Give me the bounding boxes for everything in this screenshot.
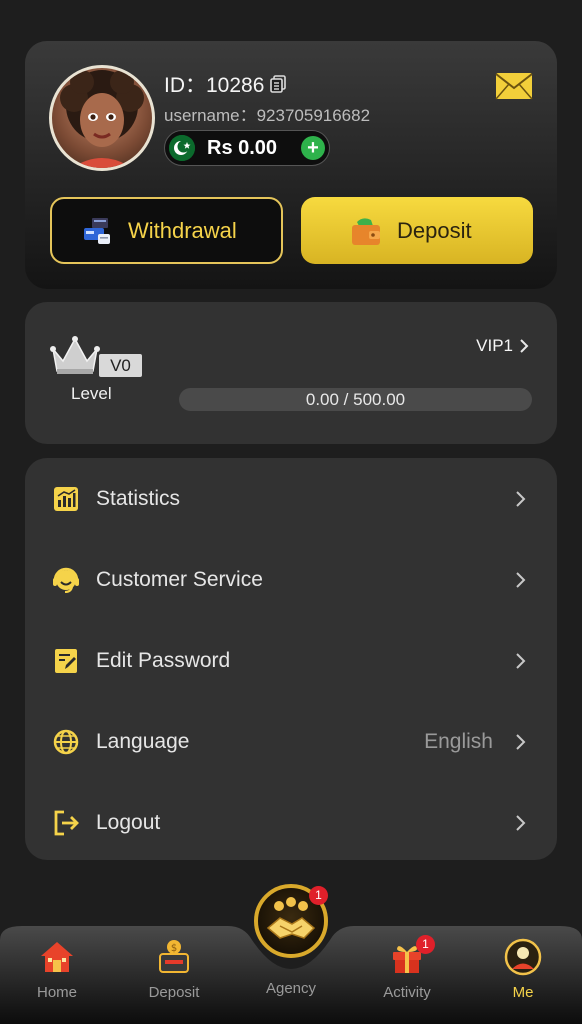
home-icon [41, 942, 73, 972]
nav-label-deposit: Deposit [148, 984, 200, 1001]
menu-item-customer-service[interactable]: Customer Service [25, 539, 557, 620]
withdrawal-icon [84, 217, 110, 244]
level-label: Level [71, 384, 112, 403]
wallet-icon [352, 217, 380, 245]
withdrawal-button[interactable]: Withdrawal [50, 197, 283, 264]
menu-label-edit-password: Edit Password [96, 648, 231, 672]
next-vip-link[interactable]: VIP1 [476, 336, 529, 356]
user-id-text: ID：10286 [164, 74, 265, 97]
nav-item-home[interactable]: Home [12, 938, 102, 1001]
avatar[interactable] [49, 65, 155, 171]
menu-item-edit-password[interactable]: Edit Password [25, 620, 557, 701]
nav-item-agency[interactable]: Agency [246, 980, 336, 997]
vip-card[interactable]: V0 Level VIP1 0.00 / 500.00 [25, 302, 557, 444]
menu-item-language[interactable]: Language English [25, 701, 557, 782]
svg-text:$: $ [171, 943, 177, 954]
menu-card: Statistics Customer Service Edit Passwor… [25, 458, 557, 860]
current-language-value: English [424, 729, 493, 753]
mail-icon[interactable] [495, 72, 533, 100]
balance-amount: Rs 0.00 [207, 136, 278, 159]
chevron-right-icon [520, 339, 529, 353]
vip-progress-text: 0.00 / 500.00 [305, 390, 406, 409]
nav-item-deposit[interactable]: $ Deposit [129, 938, 219, 1001]
balance-pill: Rs 0.00 + [164, 130, 330, 166]
deposit-button[interactable]: Deposit [301, 197, 533, 264]
agency-notification-badge: 1 [309, 886, 328, 905]
menu-label-language: Language [96, 729, 190, 753]
withdrawal-label: Withdrawal [128, 217, 237, 243]
nav-label-agency: Agency [265, 980, 317, 997]
user-id: ID：10286 [164, 69, 287, 99]
globe-icon [53, 729, 79, 754]
current-level-badge: V0 [99, 354, 142, 377]
menu-item-logout[interactable]: Logout [25, 782, 557, 863]
nav-item-activity[interactable]: Activity [362, 938, 452, 1001]
profile-card: ID：10286 username：923705916682 Rs 0.00 + [25, 41, 557, 289]
nav-label-home: Home [36, 984, 77, 1001]
menu-item-statistics[interactable]: Statistics [25, 458, 557, 539]
profile-icon [504, 938, 542, 976]
crown-icon [50, 336, 100, 374]
headset-icon [53, 567, 79, 593]
activity-notification-badge: 1 [416, 935, 435, 954]
copy-icon[interactable] [270, 75, 287, 93]
chevron-right-icon [516, 652, 526, 669]
menu-label-customer-service: Customer Service [96, 567, 263, 591]
nav-label-activity: Activity [383, 984, 431, 1001]
menu-label-statistics: Statistics [96, 486, 181, 510]
deposit-icon: $ [159, 940, 189, 973]
pakistan-flag-icon [169, 135, 195, 161]
deposit-label: Deposit [397, 217, 472, 243]
chevron-right-icon [516, 490, 526, 507]
avatar-image [60, 70, 144, 168]
chevron-right-icon [516, 733, 526, 750]
menu-label-logout: Logout [96, 810, 161, 834]
vip-progress-bar: 0.00 / 500.00 [179, 388, 532, 411]
add-funds-icon[interactable]: + [301, 136, 325, 160]
chevron-right-icon [516, 814, 526, 831]
next-vip-label: VIP1 [476, 336, 513, 355]
chevron-right-icon [516, 571, 526, 588]
statistics-icon [54, 486, 78, 511]
username: username：923705916682 [164, 106, 371, 125]
edit-password-icon [55, 648, 77, 673]
nav-label-me: Me [512, 984, 534, 1001]
nav-item-me[interactable]: Me [478, 938, 568, 1001]
logout-icon [54, 810, 79, 835]
